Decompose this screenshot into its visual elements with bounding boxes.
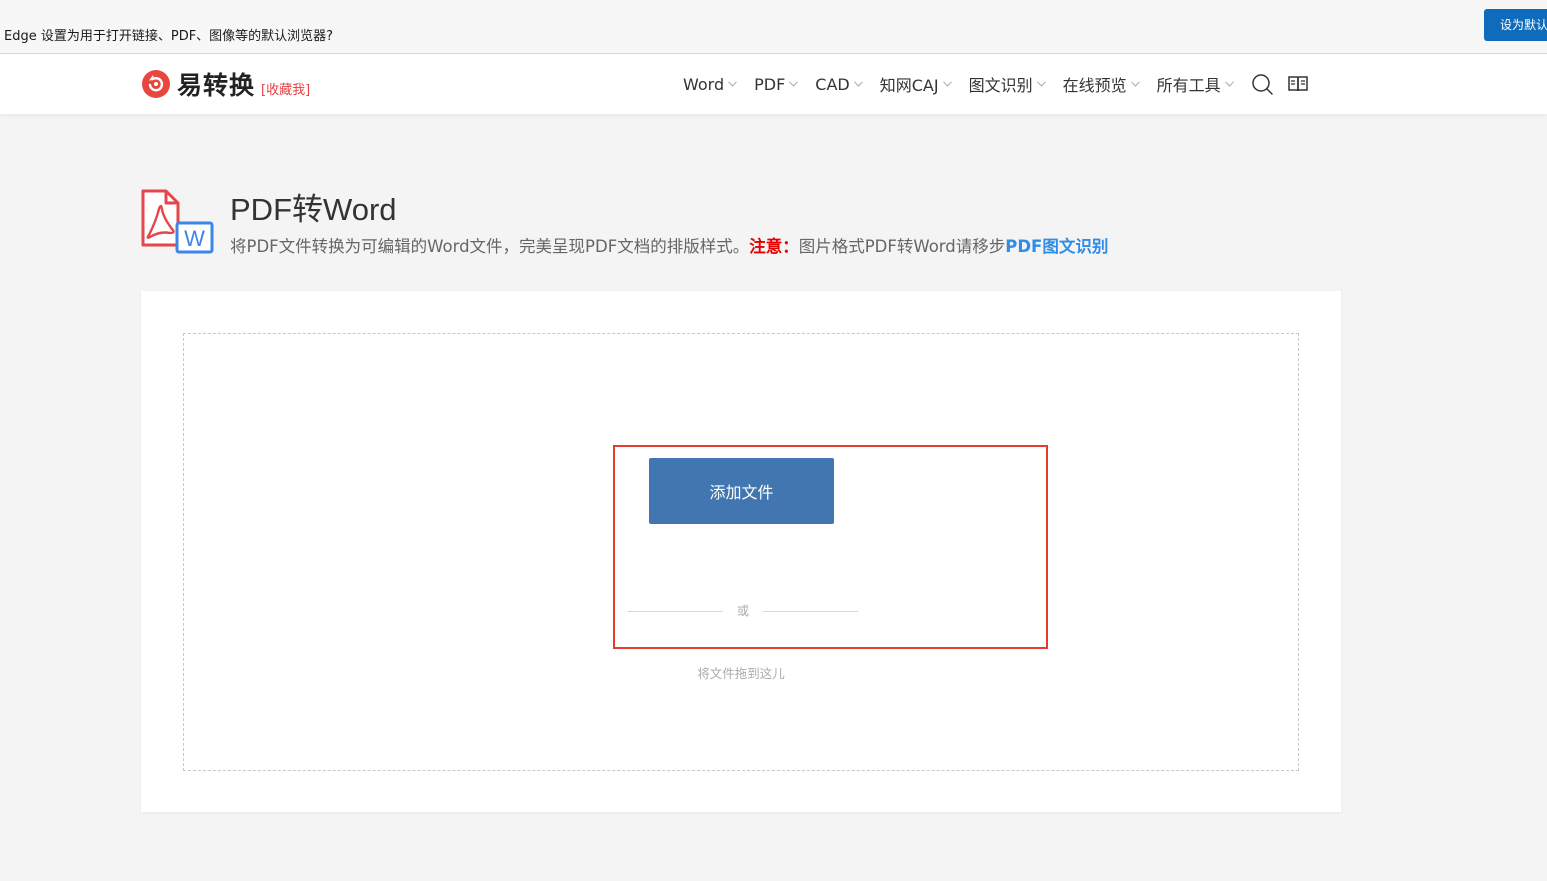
set-default-button[interactable]: 设为默认 xyxy=(1484,9,1547,41)
description-text: 将PDF文件转换为可编辑的Word文件，完美呈现PDF文档的排版样式。 xyxy=(230,237,750,256)
pdf-to-word-icon: W xyxy=(141,189,214,254)
nav-item-label: 知网CAJ xyxy=(879,76,939,95)
nav-item-cad[interactable]: CAD xyxy=(815,74,863,94)
chevron-down-icon xyxy=(1036,81,1046,87)
logo-icon xyxy=(142,70,170,98)
logo[interactable]: 易转换 [收藏我] xyxy=(141,68,310,100)
chevron-down-icon xyxy=(728,81,737,87)
divider-line xyxy=(763,611,858,612)
word-badge-letter: W xyxy=(184,226,205,251)
nav-item-label: PDF xyxy=(754,74,786,94)
chevron-down-icon xyxy=(853,81,863,87)
drag-hint: 将文件拖到这儿 xyxy=(697,666,785,681)
page-description: 将PDF文件转换为可编辑的Word文件，完美呈现PDF文档的排版样式。注意：图片… xyxy=(230,233,1108,257)
nav-item-pdf[interactable]: PDF xyxy=(754,74,799,94)
nav-item-all-tools[interactable]: 所有工具 xyxy=(1157,72,1234,96)
nav-item-word[interactable]: Word xyxy=(683,75,737,94)
nav-item-label: CAD xyxy=(815,74,850,94)
pdf-ocr-link[interactable]: PDF图文识别 xyxy=(1005,237,1108,256)
chevron-down-icon xyxy=(789,81,799,87)
logo-text: 易转换 xyxy=(177,71,256,100)
note-text: 图片格式PDF转Word请移步 xyxy=(798,237,1006,256)
chevron-down-icon xyxy=(1130,81,1140,87)
search-icon[interactable] xyxy=(1251,73,1273,95)
nav-item-label: 在线预览 xyxy=(1062,76,1127,95)
bookmark-link[interactable]: [收藏我] xyxy=(261,79,310,98)
page-title: PDF转Word xyxy=(230,192,397,227)
nav-item-ocr[interactable]: 图文识别 xyxy=(969,72,1046,96)
edge-bar-message: Edge 设置为用于打开链接、PDF、图像等的默认浏览器? xyxy=(4,29,334,44)
add-file-button[interactable]: 添加文件 xyxy=(649,458,834,524)
main-nav: Word PDF CAD 知网CAJ 图文识别 在线预览 所有工具 xyxy=(683,71,1323,97)
nav-item-preview[interactable]: 在线预览 xyxy=(1063,72,1140,96)
chevron-down-icon xyxy=(942,81,952,87)
nav-item-label: Word xyxy=(683,74,725,94)
nav-item-caj[interactable]: 知网CAJ xyxy=(880,72,952,96)
edge-default-browser-bar: Edge 设置为用于打开链接、PDF、图像等的默认浏览器? 设为默认 xyxy=(0,0,1547,54)
or-divider: 或 xyxy=(628,602,858,620)
book-icon[interactable] xyxy=(1287,73,1309,95)
note-label: 注意： xyxy=(749,237,799,256)
nav-item-label: 所有工具 xyxy=(1156,76,1221,95)
site-header: 易转换 [收藏我] Word PDF CAD 知网CAJ 图文识别 在线预览 所 xyxy=(0,54,1547,114)
nav-item-label: 图文识别 xyxy=(968,76,1033,95)
chevron-down-icon xyxy=(1224,81,1234,87)
